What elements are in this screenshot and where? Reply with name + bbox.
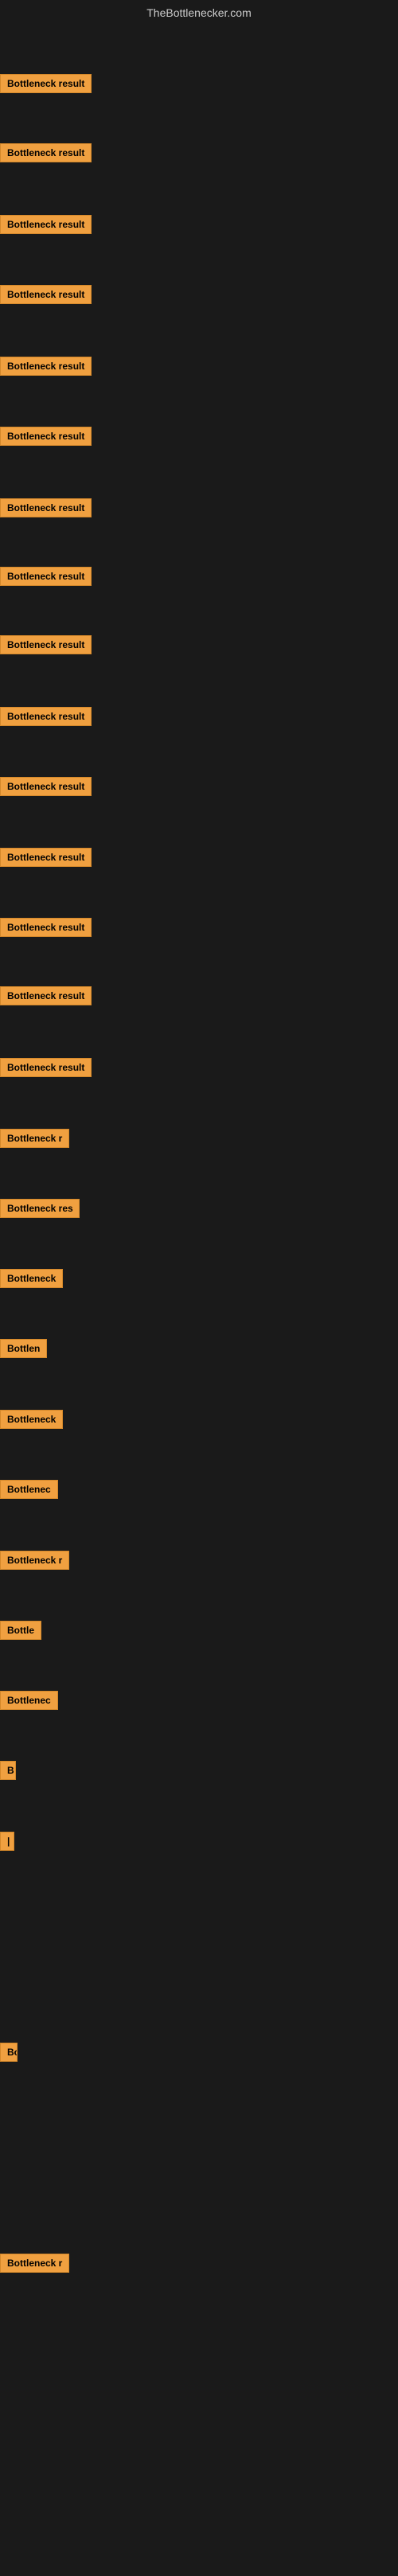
bottleneck-result-badge[interactable]: Bottleneck result	[0, 498, 92, 517]
list-item[interactable]: Bottlenec	[0, 1691, 58, 1714]
list-item[interactable]: Bottleneck r	[0, 1129, 69, 1152]
bottleneck-result-badge[interactable]: Bottleneck res	[0, 1199, 80, 1218]
list-item[interactable]: Bottleneck result	[0, 848, 92, 871]
bottleneck-result-badge[interactable]: B	[0, 1761, 16, 1780]
bottleneck-result-badge[interactable]: Bottleneck	[0, 1269, 63, 1288]
bottleneck-result-badge[interactable]: Bo	[0, 2043, 18, 2062]
site-title: TheBottlenecker.com	[0, 0, 398, 29]
list-item[interactable]: Bo	[0, 2043, 18, 2066]
bottleneck-result-badge[interactable]: Bottleneck result	[0, 427, 92, 446]
list-item[interactable]: Bottleneck result	[0, 707, 92, 730]
bottleneck-result-badge[interactable]: Bottlenec	[0, 1691, 58, 1710]
bottleneck-result-badge[interactable]: Bottleneck result	[0, 1058, 92, 1077]
bottleneck-result-badge[interactable]: Bottleneck	[0, 1410, 63, 1429]
list-item[interactable]: Bottleneck res	[0, 1199, 80, 1222]
list-item[interactable]: Bottleneck result	[0, 498, 92, 521]
list-item[interactable]: Bottleneck result	[0, 918, 92, 941]
list-item[interactable]: Bottleneck result	[0, 74, 92, 97]
list-item[interactable]: Bottlen	[0, 1339, 47, 1362]
list-item[interactable]: Bottleneck result	[0, 285, 92, 308]
list-item[interactable]: |	[0, 1832, 14, 1855]
list-item[interactable]: Bottleneck result	[0, 635, 92, 658]
bottleneck-result-badge[interactable]: Bottlenec	[0, 1480, 58, 1499]
list-item[interactable]: Bottleneck	[0, 1269, 63, 1292]
list-item[interactable]: Bottleneck result	[0, 215, 92, 238]
list-item[interactable]: Bottlenec	[0, 1480, 58, 1503]
list-item[interactable]: Bottle	[0, 1621, 41, 1644]
bottleneck-result-badge[interactable]: Bottleneck result	[0, 777, 92, 796]
bottleneck-result-badge[interactable]: Bottlen	[0, 1339, 47, 1358]
list-item[interactable]: Bottleneck result	[0, 143, 92, 166]
bottleneck-result-badge[interactable]: Bottleneck result	[0, 567, 92, 586]
list-item[interactable]: Bottleneck result	[0, 986, 92, 1009]
list-item[interactable]: Bottleneck result	[0, 427, 92, 450]
bottleneck-result-badge[interactable]: Bottleneck result	[0, 918, 92, 937]
bottleneck-result-badge[interactable]: Bottleneck result	[0, 357, 92, 376]
list-item[interactable]: Bottleneck	[0, 1410, 63, 1433]
bottleneck-result-badge[interactable]: Bottleneck result	[0, 143, 92, 162]
bottleneck-result-badge[interactable]: Bottleneck result	[0, 635, 92, 654]
bottleneck-result-badge[interactable]: Bottleneck result	[0, 707, 92, 726]
list-item[interactable]: Bottleneck r	[0, 1551, 69, 1574]
bottleneck-result-badge[interactable]: Bottleneck result	[0, 285, 92, 304]
bottleneck-result-badge[interactable]: Bottle	[0, 1621, 41, 1640]
bottleneck-result-badge[interactable]: Bottleneck result	[0, 986, 92, 1005]
bottleneck-result-badge[interactable]: |	[0, 1832, 14, 1851]
list-item[interactable]: Bottleneck result	[0, 777, 92, 800]
list-item[interactable]: Bottleneck result	[0, 567, 92, 590]
bottleneck-result-badge[interactable]: Bottleneck result	[0, 74, 92, 93]
bottleneck-result-badge[interactable]: Bottleneck result	[0, 215, 92, 234]
list-item[interactable]: Bottleneck result	[0, 1058, 92, 1081]
list-item[interactable]: B	[0, 1761, 16, 1784]
bottleneck-result-badge[interactable]: Bottleneck r	[0, 1551, 69, 1570]
list-item[interactable]: Bottleneck r	[0, 2254, 69, 2277]
bottleneck-result-badge[interactable]: Bottleneck r	[0, 1129, 69, 1148]
bottleneck-result-badge[interactable]: Bottleneck r	[0, 2254, 69, 2273]
bottleneck-result-badge[interactable]: Bottleneck result	[0, 848, 92, 867]
list-item[interactable]: Bottleneck result	[0, 357, 92, 380]
